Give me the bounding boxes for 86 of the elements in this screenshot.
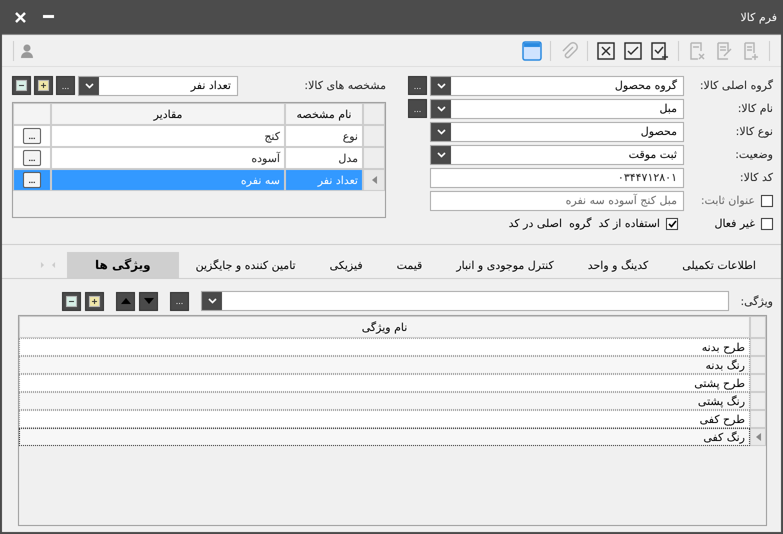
check-icon [623, 40, 643, 60]
move-down-button[interactable] [139, 292, 158, 310]
dropdown-button[interactable] [202, 292, 222, 310]
move-up-button[interactable] [116, 292, 135, 310]
tab[interactable]: قیمت [380, 252, 440, 278]
minus-icon [66, 296, 77, 306]
chevron-down-icon [436, 152, 446, 158]
field-label: وضعیت: [734, 148, 773, 161]
tab[interactable]: کدینگ و واحد [570, 252, 666, 278]
table-cell: مدل [285, 147, 363, 169]
checkbox-label: استفاده از کد گروه اصلی در کد [508, 217, 660, 230]
tab[interactable]: کنترل موجودی و انبار [439, 252, 571, 278]
field-label: گروه اصلی کالا: [698, 79, 773, 92]
checkbox[interactable] [666, 218, 678, 230]
table-cell: طرح کفی [19, 410, 750, 428]
window-title: فرم کالا [740, 10, 777, 24]
field-label: عنوان ثابت: [700, 194, 755, 207]
remove-button[interactable] [62, 292, 81, 310]
dropdown-button[interactable] [431, 146, 451, 164]
dropdown-field[interactable] [201, 291, 729, 311]
column-header: مقادیر [51, 103, 285, 125]
dropdown-button[interactable] [431, 100, 451, 118]
check-plus-icon [650, 40, 670, 60]
text-field[interactable]: ۰۳۴۴۷۱۲۸۰۱ [430, 168, 684, 188]
add-button[interactable] [85, 292, 104, 310]
tab[interactable]: اطلاعات تکمیلی [665, 252, 773, 278]
field-label: کد کالا: [738, 171, 773, 184]
column-header: نام ویژگی [19, 316, 750, 338]
minimize-icon [42, 15, 54, 19]
dropdown-field[interactable]: گروه محصول [430, 76, 684, 96]
table-cell: کنج [51, 125, 285, 147]
table-cell: رنگ پشتی [19, 392, 750, 410]
more-button[interactable]: ... [408, 76, 427, 95]
dropdown-field[interactable]: مبل [430, 98, 684, 118]
minus-icon [16, 80, 27, 91]
check-icon [668, 220, 676, 228]
calendar-icon [522, 40, 542, 60]
dropdown-field[interactable]: تعداد نفر [78, 76, 238, 96]
dropdown-field[interactable]: محصول [430, 122, 684, 142]
field-label: ویژگی: [739, 294, 773, 308]
plus-icon [38, 80, 49, 91]
user-icon [20, 42, 34, 58]
dropdown-button[interactable] [79, 76, 99, 94]
close-icon [14, 12, 26, 22]
more-button[interactable]: ... [23, 172, 41, 188]
table-cell: طرح پشتی [19, 374, 750, 392]
checkbox[interactable] [761, 218, 773, 230]
tab[interactable]: تامین کننده و جایگزین [178, 252, 313, 278]
field-label: نوع کالا: [734, 125, 773, 138]
remove-button[interactable] [12, 76, 31, 95]
tab-scroll-arrows-icon [39, 262, 58, 268]
more-button[interactable]: ... [56, 76, 75, 95]
chevron-down-icon [84, 82, 94, 88]
chevron-down-icon [436, 106, 446, 112]
field-label: نام کالا: [736, 102, 773, 115]
triangle-up-icon [120, 298, 130, 304]
table-cell: طرح بدنه [19, 338, 750, 356]
more-button[interactable]: ... [23, 128, 41, 144]
table-cell: نوع [285, 125, 363, 147]
triangle-down-icon [144, 298, 154, 304]
table-cell: تعداد نفر [285, 169, 363, 191]
table-cell: رنگ کفی [19, 428, 750, 446]
close-icon [596, 40, 616, 60]
table-cell: آسوده [51, 147, 285, 169]
more-button[interactable]: ... [408, 99, 427, 118]
table-cell: رنگ بدنه [19, 356, 750, 374]
add-button[interactable] [34, 76, 53, 95]
chevron-down-icon [436, 128, 446, 134]
row-pointer-icon [756, 433, 760, 441]
plus-icon [89, 296, 100, 306]
checkbox-label: غیر فعال [714, 217, 755, 230]
chevron-down-icon [436, 82, 446, 88]
tab[interactable]: فیزیکی [312, 252, 380, 278]
row-header[interactable] [363, 169, 385, 191]
dropdown-field[interactable]: ثبت موقت [430, 144, 684, 164]
column-header: نام مشخصه [285, 103, 363, 125]
chevron-down-icon [208, 298, 216, 304]
more-button[interactable]: ... [170, 292, 189, 310]
more-button[interactable]: ... [23, 150, 41, 166]
field-label: مشخصه های کالا: [303, 79, 386, 92]
dropdown-button[interactable] [431, 122, 451, 140]
row-pointer-icon [372, 176, 376, 184]
row-header[interactable] [750, 428, 766, 446]
dropdown-button[interactable] [431, 76, 451, 94]
tab[interactable]: ویژگی ها [67, 252, 179, 278]
table-cell: سه نفره [51, 169, 285, 191]
